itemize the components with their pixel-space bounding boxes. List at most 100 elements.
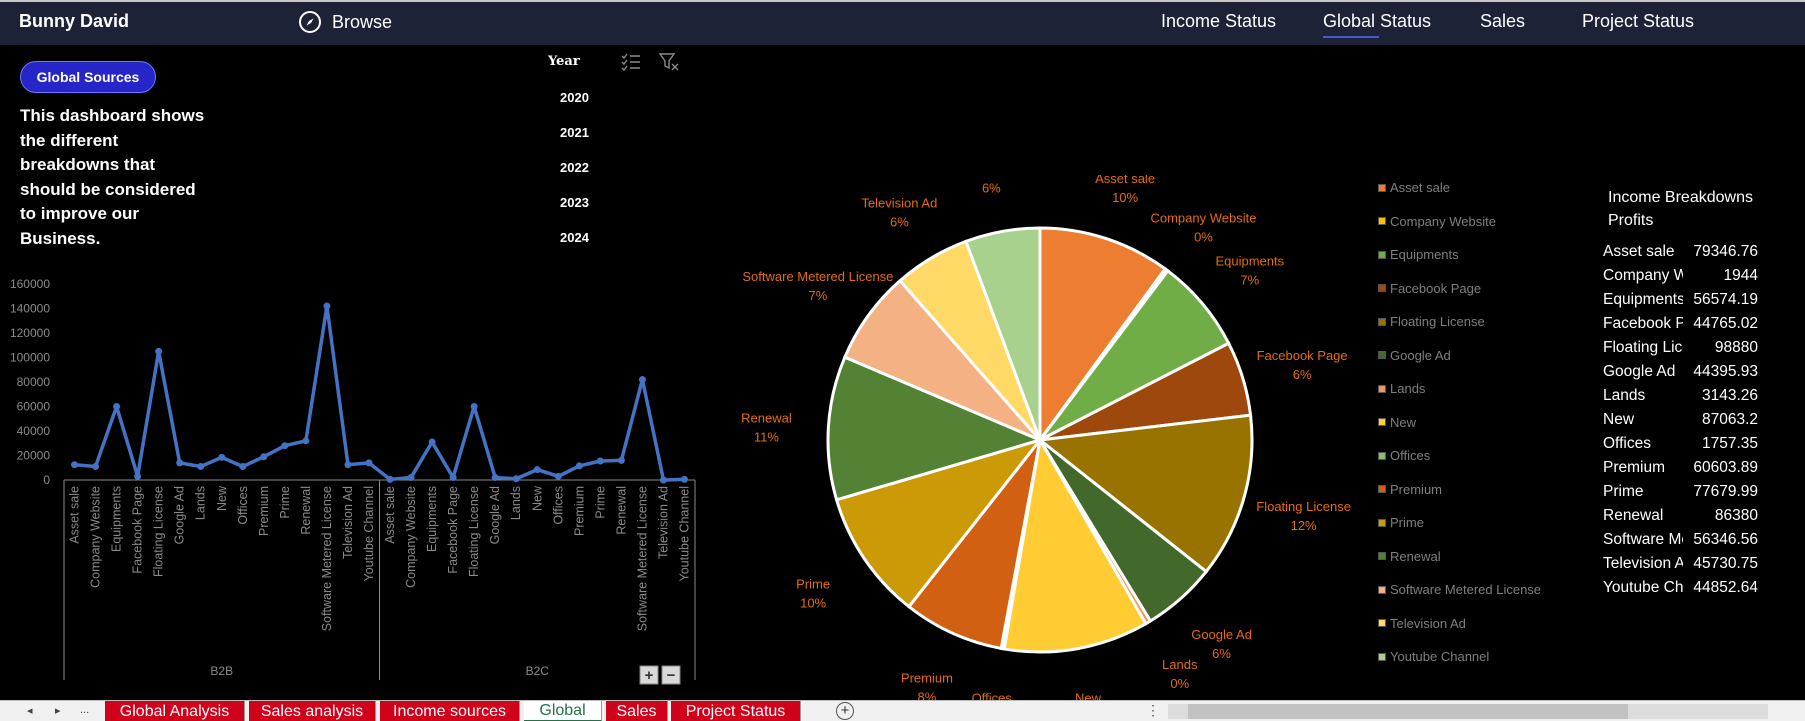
tab-next-icon[interactable]: ▸ (55, 704, 61, 717)
data-point (638, 376, 646, 384)
scrollbar-thumb[interactable] (1188, 704, 1628, 719)
nav-project-status[interactable]: Project Status (1582, 11, 1694, 32)
sheet-tab-sales-analysis[interactable]: Sales analysis (249, 701, 376, 721)
nav-sales[interactable]: Sales (1480, 11, 1525, 32)
sheet-tab-bar: ◂ ▸ ... Global Analysis Sales analysis I… (0, 700, 1805, 721)
tab-prev-icon[interactable]: ◂ (27, 704, 33, 717)
data-point (113, 403, 121, 410)
x-tick-label: Software Metered License (635, 486, 649, 631)
legend-item: Asset sale (1378, 180, 1450, 195)
x-tick-label: Lands (509, 486, 523, 520)
legend-label: Google Ad (1390, 347, 1451, 363)
sheet-tab-global[interactable]: Global (524, 701, 602, 721)
breakdown-value: 1757.35 (1701, 435, 1758, 452)
legend-item: Premium (1378, 482, 1442, 497)
legend-item: Television Ad (1378, 616, 1466, 631)
breakdown-value: 3143.26 (1701, 387, 1758, 404)
x-tick-label: Asset sale (383, 486, 397, 544)
year-2024[interactable]: 2024 (560, 230, 589, 245)
data-point (491, 474, 499, 482)
sheet-tab-project-status[interactable]: Project Status (671, 701, 801, 721)
pie-label-pct: 7% (808, 288, 827, 303)
year-2022[interactable]: 2022 (560, 160, 589, 175)
tab-split-handle-icon[interactable]: ⋮ (1146, 702, 1160, 719)
breakdown-name: Premium (1603, 459, 1666, 476)
add-sheet-icon[interactable]: + (836, 702, 854, 720)
browse-link[interactable]: Browse (298, 10, 392, 34)
compass-icon (299, 11, 321, 33)
clear-filter-icon[interactable] (658, 51, 680, 73)
sheet-tab-global-analysis[interactable]: Global Analysis (105, 701, 245, 721)
nav-global-status[interactable]: Global Status (1323, 11, 1431, 38)
breakdown-row: Company Website 1944 (1603, 267, 1758, 291)
pie-data-label: Prime 10% (796, 577, 830, 611)
legend-label: Prime (1390, 515, 1424, 530)
breakdown-row: Television Ad 45730.75 (1603, 555, 1758, 579)
top-nav-bar: Bunny David Browse Income Status Global … (0, 0, 1805, 45)
data-point (134, 472, 142, 480)
legend-item: New (1378, 415, 1416, 430)
sheet-tab-sales[interactable]: Sales (606, 701, 668, 721)
breakdown-row: Facebook Page 44765.02 (1603, 315, 1758, 339)
y-tick-label: 100000 (10, 351, 50, 365)
x-tick-label: Equipments (110, 486, 124, 552)
data-point (617, 456, 625, 464)
legend-label: Renewal (1390, 548, 1441, 564)
breakdown-name: Equipments (1603, 291, 1683, 308)
pie-label-name: Prime (796, 577, 830, 592)
legend-item: Google Ad (1378, 348, 1451, 363)
pie-data-label: New11% (1075, 690, 1102, 700)
global-sources-button[interactable]: Global Sources (20, 61, 156, 93)
data-point (365, 459, 373, 467)
year-2021[interactable]: 2021 (560, 125, 589, 140)
year-2023[interactable]: 2023 (560, 195, 589, 210)
pie-label-pct: 6% (890, 215, 909, 230)
x-tick-label: Offices (551, 486, 565, 525)
data-point (218, 453, 226, 461)
legend-item: Software Metered License (1378, 582, 1541, 597)
pie-data-label: Google Ad 6% (1191, 627, 1252, 661)
group-label: B2B (210, 664, 233, 678)
pie-data-label: Lands 0% (1162, 657, 1198, 691)
x-tick-label: New (530, 485, 544, 511)
multi-select-icon[interactable] (620, 51, 642, 73)
data-point (575, 462, 583, 470)
pie-label-name: Equipments (1215, 253, 1284, 268)
breakdown-name: Television Ad (1603, 555, 1683, 572)
data-point (197, 463, 205, 471)
x-tick-label: Offices (236, 486, 250, 525)
x-tick-label: Floating License (467, 486, 481, 577)
breakdown-row: New 87063.2 (1603, 411, 1758, 435)
pie-label-name: Renewal (741, 411, 792, 426)
collapse-field-button-label: − (667, 667, 676, 684)
legend-item: Floating License (1378, 314, 1485, 329)
nav-income-status[interactable]: Income Status (1161, 11, 1276, 32)
pie-data-label: Facebook Page 6% (1257, 348, 1348, 382)
horizontal-scrollbar[interactable] (1168, 704, 1768, 719)
breakdown-row: Youtube Channel 44852.64 (1603, 579, 1758, 603)
year-2020[interactable]: 2020 (560, 90, 589, 105)
x-tick-label: Youtube Channel (362, 486, 376, 581)
pie-label-name: Company Website (1150, 210, 1256, 225)
pie-data-label: Renewal 11% (741, 411, 792, 445)
legend-item: Offices (1378, 448, 1430, 463)
pie-data-label: Asset sale 10% (1095, 175, 1155, 205)
breakdown-name: Facebook Page (1603, 315, 1683, 332)
y-tick-label: 0 (43, 473, 50, 487)
pie-label-pct: 7% (1240, 272, 1259, 287)
legend-item: Facebook Page (1378, 281, 1481, 296)
data-point (554, 472, 562, 480)
breakdown-name: Google Ad (1603, 363, 1676, 380)
data-point (323, 302, 331, 310)
breakdown-name: New (1603, 411, 1635, 428)
data-point (386, 475, 394, 483)
sheet-tab-income-sources[interactable]: Income sources (380, 701, 520, 721)
pie-data-label: Company Website 0% (1150, 210, 1256, 244)
data-point (596, 457, 604, 465)
tab-more-icon[interactable]: ... (80, 704, 89, 716)
x-tick-label: Premium (572, 486, 586, 536)
pie-label-pct: 8% (918, 690, 937, 700)
breakdown-row: Asset sale 79346.76 (1603, 243, 1758, 267)
breakdown-value: 1944 (1723, 267, 1758, 284)
y-tick-label: 140000 (10, 302, 50, 316)
